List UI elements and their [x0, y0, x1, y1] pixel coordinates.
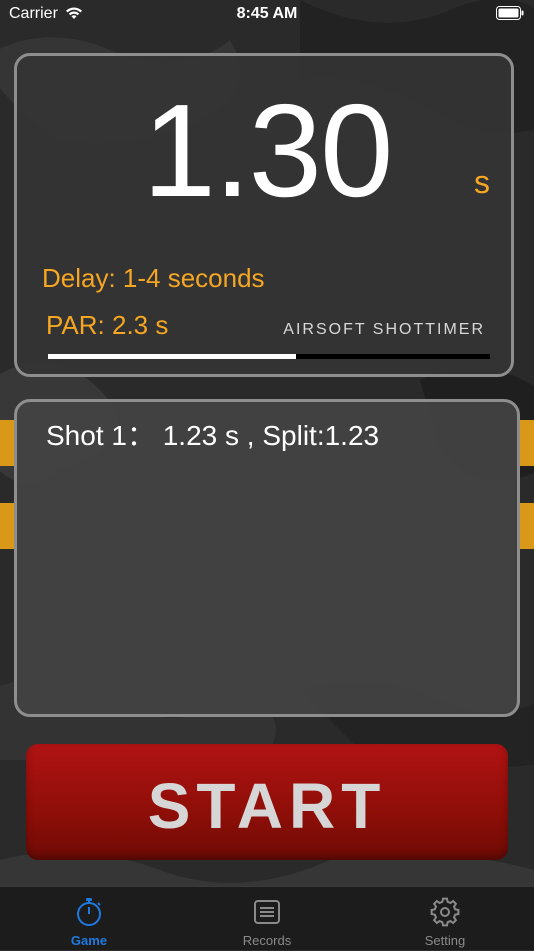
status-time: 8:45 AM [236, 5, 298, 22]
tab-setting-label: Setting [424, 933, 466, 948]
orange-band [518, 420, 534, 466]
time-unit: s [474, 164, 490, 200]
gear-icon [430, 897, 460, 927]
par-progress-bar [48, 354, 490, 359]
tab-game[interactable]: Game [0, 887, 178, 951]
records-icon [254, 900, 280, 924]
timer-panel: 1.30 s Delay: 1-4 seconds PAR: 2.3 s AIR… [14, 53, 514, 377]
tab-game-label: Game [70, 933, 108, 948]
tab-records[interactable]: Records [178, 887, 356, 951]
stopwatch-icon [77, 898, 101, 926]
shot-log-entry: Shot 1： 1.23 s , Split:1.23 [46, 420, 380, 451]
tab-setting[interactable]: Setting [356, 887, 534, 951]
shot-log-panel[interactable]: Shot 1： 1.23 s , Split:1.23 [14, 399, 520, 717]
status-bar: Carrier 8:45 AM [0, 0, 534, 30]
orange-band [518, 503, 534, 549]
tab-records-label: Records [242, 933, 292, 948]
brand-label: AIRSOFT SHOTTIMER [283, 321, 485, 338]
start-button-label: START [147, 770, 387, 842]
par-progress-fill [48, 354, 296, 359]
tab-bar: Game Records Setting [0, 886, 534, 950]
elapsed-time: 1.30 [142, 77, 394, 224]
par-setting: PAR: 2.3 s [46, 310, 169, 340]
battery-icon [496, 6, 524, 20]
delay-setting: Delay: 1-4 seconds [42, 263, 265, 293]
start-button[interactable]: START [26, 744, 508, 860]
